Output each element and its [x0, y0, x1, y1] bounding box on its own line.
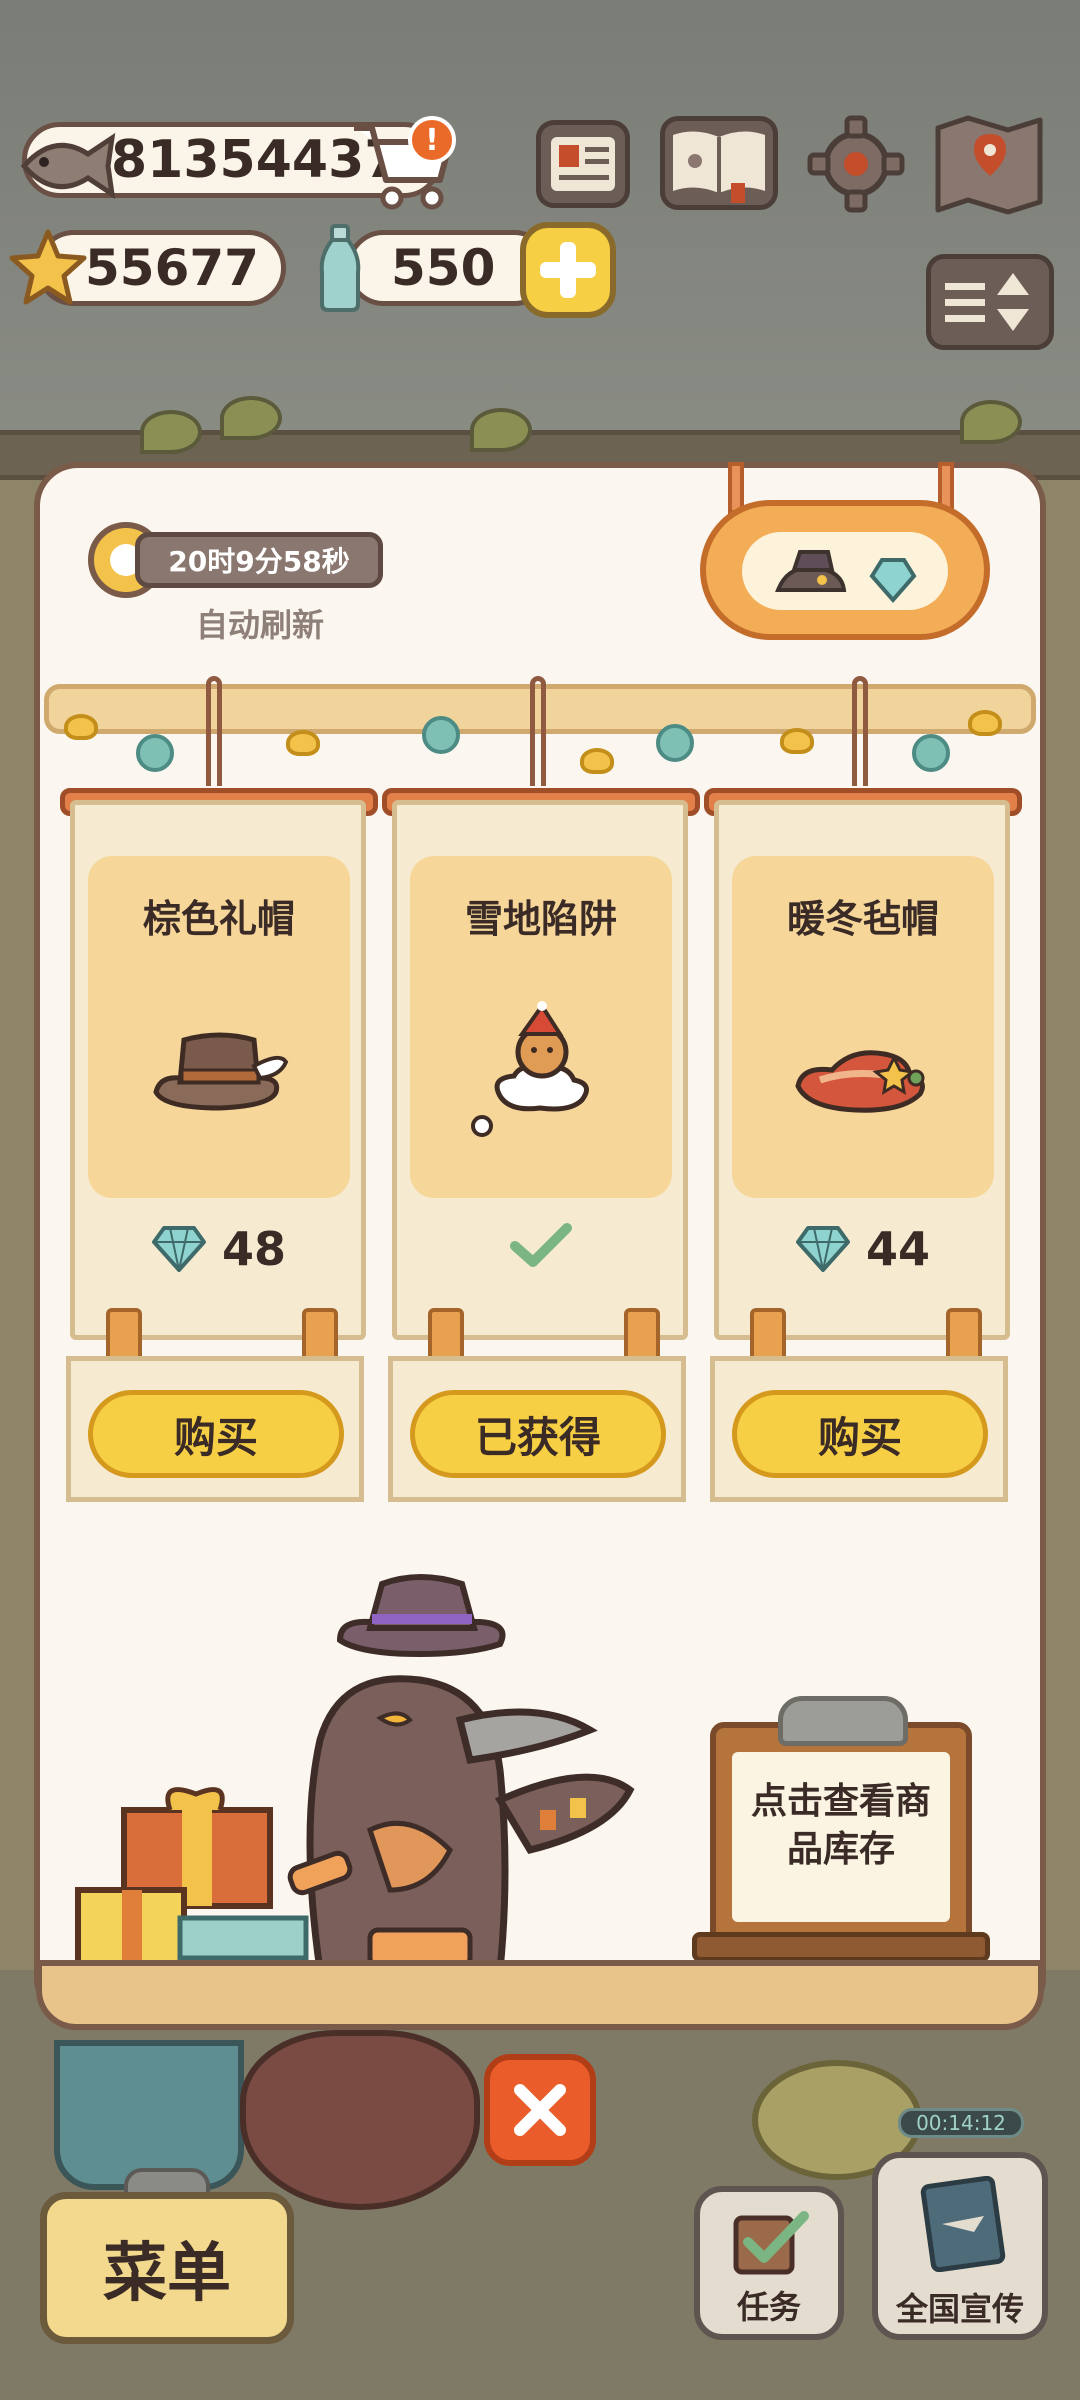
leaf-decoration	[220, 396, 282, 440]
tasks-label: 任务	[736, 2288, 801, 2326]
promo-timer: 00:14:12	[898, 2108, 1024, 2138]
item-name-2: 雪地陷阱	[464, 897, 617, 941]
item-owned-indicator	[410, 1222, 672, 1268]
close-button[interactable]	[484, 2054, 596, 2166]
bottle-count: 550	[391, 239, 496, 297]
fish-icon	[20, 132, 116, 200]
refresh-timer: 20时9分58秒	[135, 532, 383, 588]
owned-button-2[interactable]: 已获得	[410, 1390, 666, 1478]
leaf-decoration	[470, 408, 532, 452]
sort-icon	[945, 273, 1029, 331]
crow-shopkeeper-illustration	[75, 1574, 635, 1970]
leaf-decoration	[960, 400, 1022, 444]
ornament	[968, 710, 1002, 736]
bottle-icon	[319, 224, 361, 312]
national-promo-label: 全国宣传	[895, 2290, 1024, 2328]
menu-button[interactable]: 菜单	[40, 2192, 294, 2344]
item-name-1: 棕色礼帽	[142, 897, 295, 941]
gear-icon[interactable]	[806, 114, 906, 214]
clipboard-clip	[778, 1696, 908, 1746]
check-icon	[510, 1223, 572, 1267]
buy-button-3[interactable]: 购买	[732, 1390, 988, 1478]
view-inventory-text[interactable]: 点击查看商品库存	[736, 1778, 946, 1874]
map-icon[interactable]	[930, 112, 1048, 216]
star-icon	[9, 229, 87, 305]
scroll-hook	[852, 676, 868, 786]
clipboard-shelf	[692, 1932, 990, 1962]
ornament	[656, 724, 694, 762]
buy-button-1[interactable]: 购买	[88, 1390, 344, 1478]
leaf-decoration	[140, 410, 202, 454]
shop-sign	[700, 500, 990, 640]
brown-top-hat-icon	[153, 1032, 289, 1111]
scroll-hook	[206, 676, 222, 786]
scroll-hook	[530, 676, 546, 786]
plus-icon	[540, 242, 596, 298]
ornament	[912, 734, 950, 772]
collection-book-button[interactable]	[660, 116, 778, 210]
book-icon	[673, 131, 765, 203]
add-currency-button[interactable]	[520, 222, 616, 318]
news-icon	[551, 137, 615, 191]
promo-poster-icon	[920, 2176, 1006, 2272]
ornament	[580, 748, 614, 774]
refresh-timer-text: 20时9分58秒	[168, 545, 350, 578]
ornament	[422, 716, 460, 754]
diamond-icon	[795, 1226, 850, 1272]
item-price-value-1: 48	[221, 1222, 286, 1276]
notice-badge: !	[408, 116, 456, 164]
item-price-3: 44	[732, 1222, 994, 1276]
star-count: 55677	[85, 239, 259, 297]
winter-felt-hat-icon	[795, 1050, 925, 1113]
ornament	[136, 734, 174, 772]
ornament	[780, 728, 814, 754]
task-check-icon	[733, 2211, 809, 2275]
background-character	[240, 2030, 480, 2210]
diamond-icon	[151, 1226, 206, 1272]
ornament	[64, 714, 98, 740]
news-button[interactable]	[536, 120, 630, 208]
crow-hat-sign-icon	[775, 550, 917, 604]
snow-trap-icon	[471, 1001, 589, 1137]
item-price-1: 48	[88, 1222, 350, 1276]
item-name-3: 暖冬毡帽	[786, 897, 939, 941]
auto-refresh-label: 自动刷新	[195, 606, 324, 644]
item-price-value-3: 44	[865, 1222, 930, 1276]
sort-button[interactable]	[926, 254, 1054, 350]
shop-counter	[36, 1960, 1044, 2030]
ornament	[286, 730, 320, 756]
close-icon	[514, 2084, 566, 2136]
